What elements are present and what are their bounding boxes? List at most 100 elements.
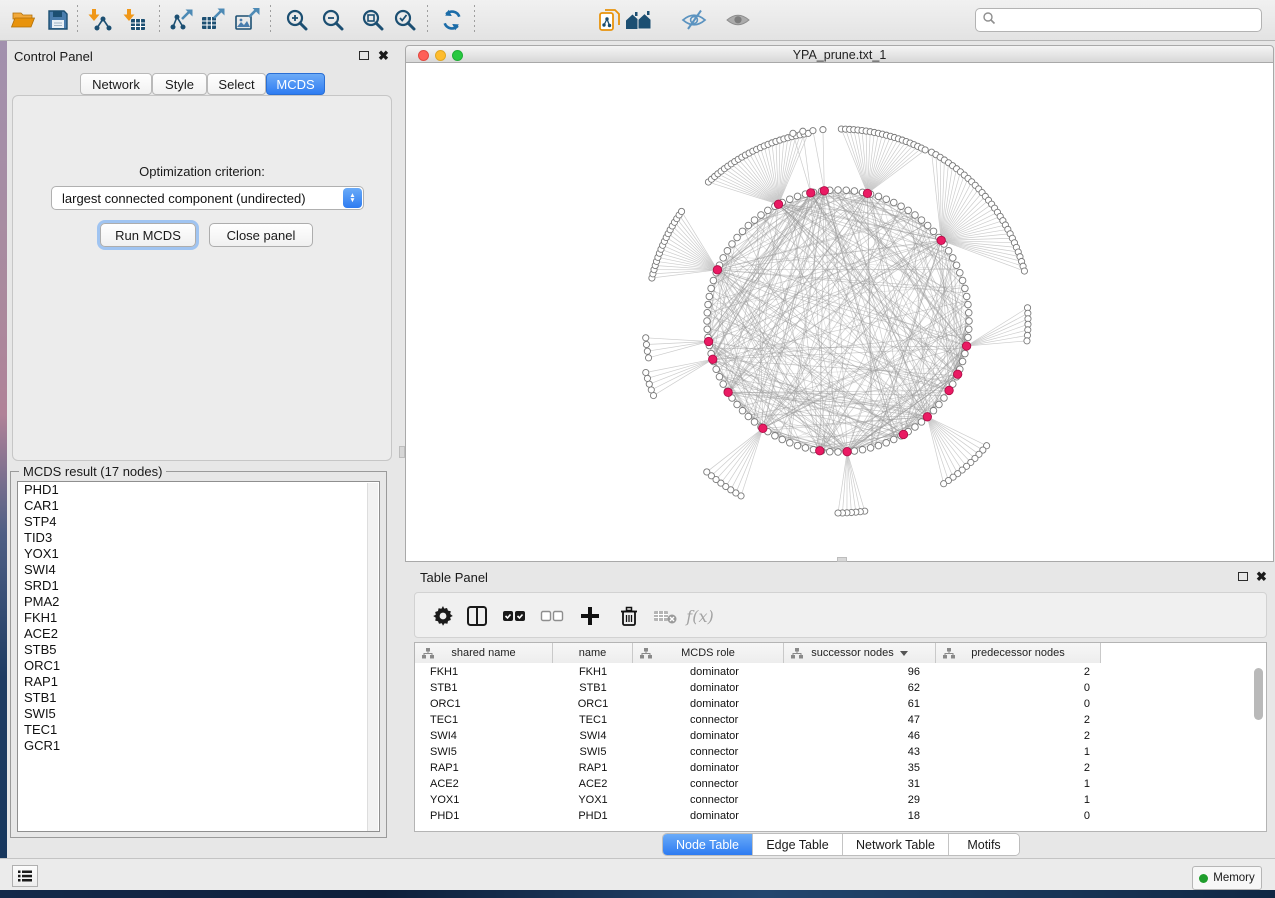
close-panel-icon[interactable]: ✖ <box>378 51 389 61</box>
tab-style[interactable]: Style <box>152 73 207 95</box>
optimization-criterion-label: Optimization criterion: <box>13 164 391 179</box>
toolbar-separator <box>474 5 475 35</box>
table-cell: 1 <box>936 776 1101 792</box>
tab-network[interactable]: Network <box>80 73 152 95</box>
table-cell: YOX1 <box>553 792 633 808</box>
mcds-result-item[interactable]: YOX1 <box>18 546 379 562</box>
network-window-titlebar[interactable]: YPA_prune.txt_1 <box>405 45 1274 63</box>
search-field[interactable] <box>975 8 1262 32</box>
refresh-view-icon[interactable] <box>437 5 467 35</box>
table-row[interactable]: TEC1TEC1connector472 <box>415 712 1266 728</box>
select-all-rows-icon[interactable] <box>501 604 527 628</box>
houses-icon[interactable] <box>624 5 654 35</box>
hide-eye-icon[interactable] <box>679 5 709 35</box>
add-column-icon[interactable] <box>577 604 603 628</box>
tab-select[interactable]: Select <box>207 73 266 95</box>
mcds-result-item[interactable]: ACE2 <box>18 626 379 642</box>
mcds-result-item[interactable]: SRD1 <box>18 578 379 594</box>
zoom-in-icon[interactable] <box>282 5 312 35</box>
toolbar-separator <box>159 5 160 35</box>
search-input[interactable] <box>996 13 1261 27</box>
table-cell: 31 <box>784 776 936 792</box>
mcds-result-item[interactable]: FKH1 <box>18 610 379 626</box>
table-row[interactable]: YOX1YOX1connector291 <box>415 792 1266 808</box>
table-row[interactable]: ACE2ACE2connector311 <box>415 776 1266 792</box>
function-builder-icon[interactable]: f(x) <box>687 604 713 628</box>
column-header-name[interactable]: name <box>553 643 633 663</box>
table-cell: 2 <box>936 760 1101 776</box>
table-row[interactable]: SWI4SWI4dominator462 <box>415 728 1266 744</box>
export-network-icon[interactable] <box>167 5 197 35</box>
tab-edge-table[interactable]: Edge Table <box>753 834 843 855</box>
zoom-out-icon[interactable] <box>318 5 348 35</box>
mcds-result-title: MCDS result (17 nodes) <box>19 464 166 479</box>
import-network-icon[interactable] <box>85 5 115 35</box>
column-header-predecessor-nodes[interactable]: predecessor nodes <box>936 643 1101 663</box>
float-table-panel-icon[interactable] <box>1238 572 1248 581</box>
mcds-result-item[interactable]: SWI5 <box>18 706 379 722</box>
table-cell: RAP1 <box>553 760 633 776</box>
close-panel-button[interactable]: Close panel <box>209 223 313 247</box>
close-table-panel-icon[interactable]: ✖ <box>1256 572 1267 582</box>
mcds-result-item[interactable]: ORC1 <box>18 658 379 674</box>
table-cell: 29 <box>784 792 936 808</box>
deselect-all-rows-icon[interactable] <box>539 604 565 628</box>
float-panel-icon[interactable] <box>359 51 369 60</box>
save-session-icon[interactable] <box>43 5 73 35</box>
mcds-result-item[interactable]: RAP1 <box>18 674 379 690</box>
table-cell: SWI4 <box>415 728 553 744</box>
export-image-icon[interactable] <box>232 5 262 35</box>
column-header-MCDS-role[interactable]: MCDS role <box>633 643 784 663</box>
table-cell: 0 <box>936 808 1101 824</box>
table-vertical-scrollbar[interactable] <box>1254 668 1263 720</box>
mcds-result-item[interactable]: STB5 <box>18 642 379 658</box>
mcds-result-item[interactable]: STB1 <box>18 690 379 706</box>
mcds-result-item[interactable]: PHD1 <box>18 482 379 498</box>
table-cell: dominator <box>633 680 784 696</box>
open-file-icon[interactable] <box>8 5 38 35</box>
canvas-splitter-handle[interactable] <box>837 557 847 562</box>
network-canvas[interactable] <box>405 63 1274 562</box>
table-row[interactable]: SWI5SWI5connector431 <box>415 744 1266 760</box>
desktop-wallpaper-left <box>0 41 7 890</box>
table-row[interactable]: RAP1RAP1dominator352 <box>415 760 1266 776</box>
delete-column-trash-icon[interactable] <box>616 604 642 628</box>
table-cell: TEC1 <box>415 712 553 728</box>
task-list-button[interactable] <box>12 865 38 887</box>
mcds-result-item[interactable]: PMA2 <box>18 594 379 610</box>
zoom-fit-icon[interactable] <box>358 5 388 35</box>
mcds-result-item[interactable]: STP4 <box>18 514 379 530</box>
table-cell: PHD1 <box>415 808 553 824</box>
table-panel: Table Panel ✖ f(x) <box>405 564 1275 858</box>
dropdown-value: largest connected component (undirected) <box>62 191 306 206</box>
mcds-result-item[interactable]: GCR1 <box>18 738 379 754</box>
column-header-successor-nodes[interactable]: successor nodes <box>784 643 936 663</box>
table-row[interactable]: PHD1PHD1dominator180 <box>415 808 1266 824</box>
tab-node-table[interactable]: Node Table <box>663 834 753 855</box>
table-settings-gear-icon[interactable] <box>430 604 456 628</box>
mcds-result-item[interactable]: TID3 <box>18 530 379 546</box>
mcds-result-item[interactable]: CAR1 <box>18 498 379 514</box>
tab-motifs[interactable]: Motifs <box>949 834 1019 855</box>
table-row[interactable]: FKH1FKH1dominator962 <box>415 664 1266 680</box>
memory-button[interactable]: Memory <box>1192 866 1262 890</box>
export-table-icon[interactable] <box>198 5 228 35</box>
table-row[interactable]: STB1STB1dominator620 <box>415 680 1266 696</box>
column-header-shared-name[interactable]: shared name <box>415 643 553 663</box>
clone-network-icon[interactable] <box>594 5 624 35</box>
table-row[interactable]: ORC1ORC1dominator610 <box>415 696 1266 712</box>
show-eye-icon[interactable] <box>723 5 753 35</box>
run-mcds-button[interactable]: Run MCDS <box>100 223 196 247</box>
delete-table-icon[interactable] <box>653 604 679 628</box>
import-table-icon[interactable] <box>120 5 150 35</box>
tab-mcds[interactable]: MCDS <box>266 73 325 95</box>
table-cell: dominator <box>633 808 784 824</box>
mcds-result-item[interactable]: SWI4 <box>18 562 379 578</box>
mcds-list-scrollbar[interactable] <box>367 483 378 832</box>
zoom-selected-icon[interactable] <box>390 5 420 35</box>
mcds-result-item[interactable]: TEC1 <box>18 722 379 738</box>
split-columns-icon[interactable] <box>464 604 490 628</box>
table-cell: 35 <box>784 760 936 776</box>
optimization-criterion-dropdown[interactable]: largest connected component (undirected)… <box>51 186 364 210</box>
tab-network-table[interactable]: Network Table <box>843 834 949 855</box>
